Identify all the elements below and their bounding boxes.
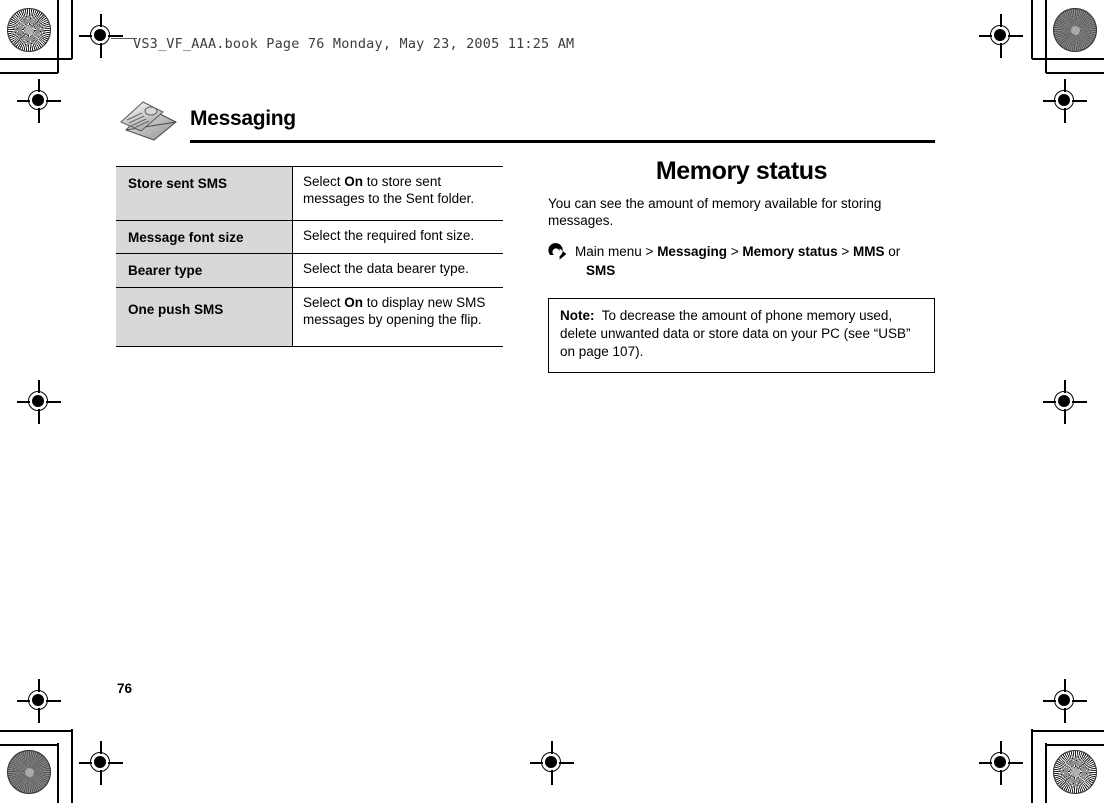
table-cell-value: Select the data bearer type. (292, 253, 503, 288)
table-cell-key: Bearer type (116, 253, 293, 288)
section-intro-paragraph: You can see the amount of memory availab… (548, 195, 882, 229)
menu-path-sep: > (726, 244, 743, 260)
envelope-letter-icon (116, 100, 180, 142)
value-text-pre: Select (303, 294, 345, 310)
value-text-pre: Select the data bearer type. (303, 261, 469, 277)
table-cell-key: Message font size (116, 220, 293, 255)
menu-path-item-memory-status: Memory status (742, 244, 838, 260)
table-row: Bearer type Select the data bearer type. (116, 253, 503, 288)
chapter-header-rule (190, 140, 935, 143)
table-cell-value: Select the required font size. (292, 220, 503, 255)
menu-path-item-messaging: Messaging (657, 244, 727, 260)
table-cell-key: One push SMS (116, 287, 293, 347)
menu-path-sep: > (641, 244, 658, 260)
note-label: Note: (560, 307, 595, 323)
value-text-bold: On (344, 294, 364, 310)
chapter-header: Messaging (116, 98, 946, 144)
table-row: One push SMS Select On to display new SM… (116, 287, 503, 347)
menu-path-item-mms: MMS (853, 244, 885, 260)
sms-settings-table: Store sent SMS Select On to store sent m… (116, 166, 503, 347)
menu-path-conjunction: or (884, 244, 901, 260)
chapter-title: Messaging (190, 107, 296, 130)
table-cell-value: Select On to store sent messages to the … (292, 166, 503, 221)
memory-status-section: Memory status You can see the amount of … (548, 157, 935, 373)
note-text: To decrease the amount of phone memory u… (560, 307, 911, 360)
section-title: Memory status (655, 157, 828, 185)
value-text-pre: Select the required font size. (303, 228, 475, 243)
menu-path-root: Main menu (575, 244, 642, 260)
table-row: Message font size Select the required fo… (116, 220, 503, 255)
menu-path: Main menu > Messaging > Memory status > … (548, 243, 935, 279)
menu-path-item-sms: SMS (586, 262, 616, 278)
note-box: Note: To decrease the amount of phone me… (548, 297, 935, 373)
page-number: 76 (117, 681, 133, 696)
arrow-right-circle-icon (548, 243, 568, 261)
value-text-pre: Select (303, 174, 345, 189)
value-text-bold: On (344, 174, 364, 189)
menu-path-sep: > (837, 244, 854, 260)
table-cell-value: Select On to display new SMS messages by… (292, 287, 503, 347)
manual-page: Messaging Store sent SMS Select On to st… (0, 0, 1104, 803)
table-cell-key: Store sent SMS (116, 166, 293, 221)
table-row: Store sent SMS Select On to store sent m… (116, 166, 503, 221)
